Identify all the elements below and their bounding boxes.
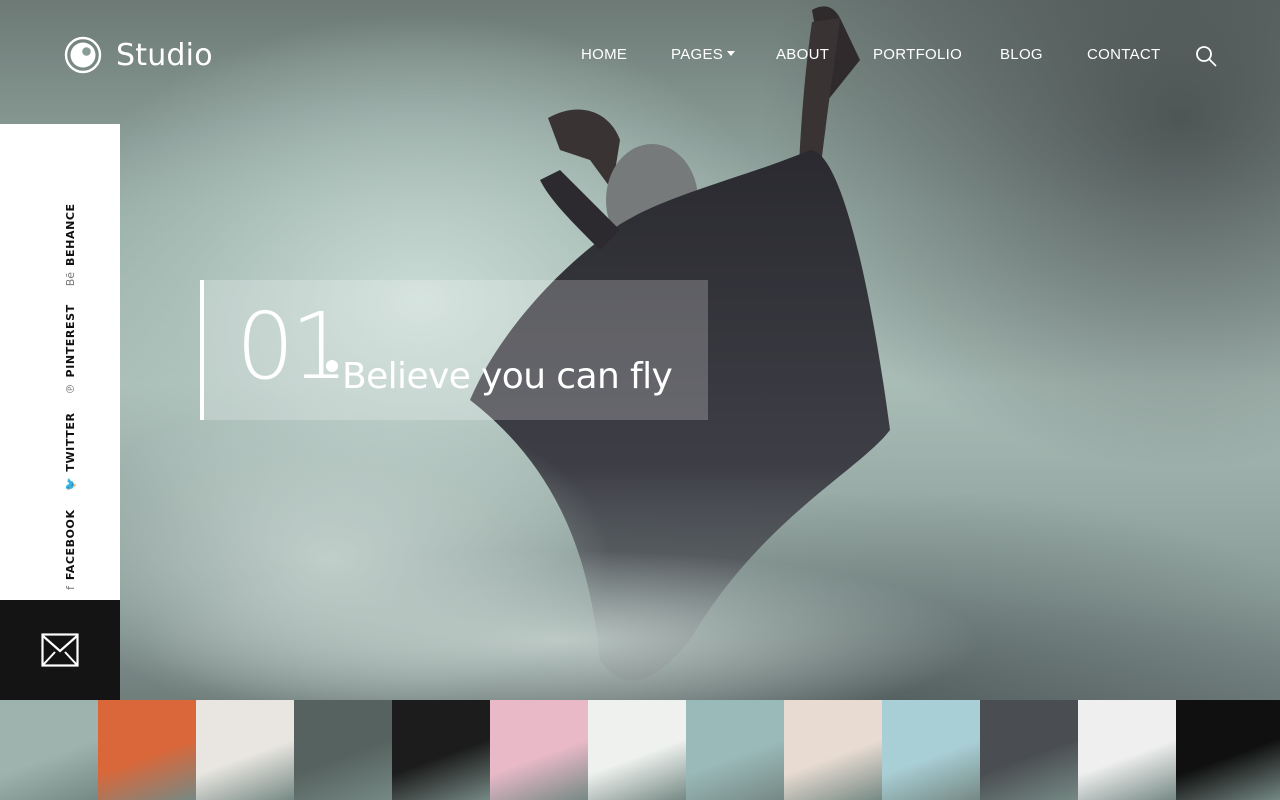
social-behance-label: BEHANCE [64,203,77,266]
chevron-down-icon [727,50,736,56]
behance-icon: Bē [64,271,77,287]
thumbnail-strip [0,700,1280,800]
nav-blog[interactable]: BLOG [1000,44,1043,66]
thumbnail-dancer-in-mist[interactable] [0,700,98,800]
nav-pages[interactable]: PAGES [671,44,736,66]
social-twitter-link[interactable]: 🐦 TWITTER [64,412,77,492]
social-facebook-link[interactable]: f FACEBOOK [64,509,77,590]
pinterest-icon: ℗ [64,383,77,395]
thumbnail-lone-walker-snow[interactable] [1078,700,1176,800]
main-nav: HOME PAGES ABOUT PORTFOLIO BLOG CONTACT [0,44,1280,68]
slide-number-dot [326,360,338,372]
thumbnail-deer[interactable] [196,700,294,800]
nav-pages-label: PAGES [671,46,724,63]
slide-number: 01 [236,293,349,400]
nav-home[interactable]: HOME [581,44,627,66]
slide-title: Believe you can fly [342,356,673,397]
nav-portfolio[interactable]: PORTFOLIO [873,44,962,66]
thumbnail-woman-curtain[interactable] [784,700,882,800]
social-links: f FACEBOOK 🐦 TWITTER ℗ PINTEREST Bē BEHA… [64,185,77,590]
social-behance-link[interactable]: Bē BEHANCE [64,203,77,287]
site-header: Studio HOME PAGES ABOUT PORTFOLIO BLOG C… [0,0,1280,110]
slide-caption: 01 Believe you can fly [200,280,708,420]
thumbnail-hand-with-rose[interactable] [588,700,686,800]
nav-contact[interactable]: CONTACT [1087,44,1160,66]
contact-mail-button[interactable] [0,600,120,700]
search-icon[interactable] [1195,45,1217,67]
thumbnail-light-streaks[interactable] [392,700,490,800]
social-pinterest-label: PINTEREST [64,304,77,378]
social-pinterest-link[interactable]: ℗ PINTEREST [64,304,77,395]
nav-about[interactable]: ABOUT [776,44,829,66]
facebook-icon: f [64,586,77,590]
thumbnail-pink-lips[interactable] [490,700,588,800]
social-sidebar [0,124,120,600]
twitter-icon: 🐦 [64,477,77,492]
envelope-icon [41,633,79,667]
thumbnail-smoke-woman[interactable] [1176,700,1280,800]
social-facebook-label: FACEBOOK [64,509,77,581]
social-twitter-label: TWITTER [64,412,77,472]
thumbnail-red-building[interactable] [882,700,980,800]
thumbnail-dancer-with-cloth[interactable] [686,700,784,800]
thumbnail-jumping-legs[interactable] [294,700,392,800]
thumbnail-orange-wall-window[interactable] [98,700,196,800]
thumbnail-colorful-facade[interactable] [980,700,1078,800]
